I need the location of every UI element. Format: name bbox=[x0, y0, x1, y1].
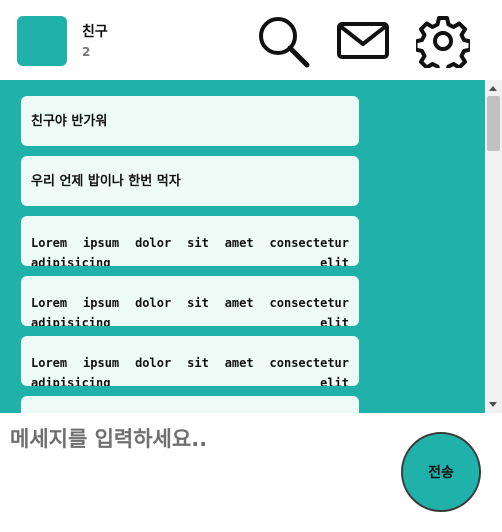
scroll-down-arrow-icon[interactable] bbox=[489, 402, 497, 407]
send-button[interactable]: 전송 bbox=[401, 432, 481, 512]
chat-messages[interactable]: 친구야 반가워 우리 언제 밥이나 한번 먹자 Lorem ipsum dolo… bbox=[0, 80, 485, 413]
chat-scrollbar[interactable] bbox=[485, 80, 502, 413]
message-composer: 전송 bbox=[0, 413, 502, 532]
avatar[interactable] bbox=[17, 16, 67, 66]
message-bubble: Lorem ipsum dolor sit amet consectetur a… bbox=[21, 216, 359, 266]
scroll-thumb[interactable] bbox=[487, 96, 500, 151]
scroll-up-arrow-icon[interactable] bbox=[489, 86, 497, 91]
message-bubble: 친구야 반가워 bbox=[21, 96, 359, 146]
chat-header: 친구 2 bbox=[0, 0, 502, 80]
message-bubble: Lorem ipsum dolor sit amet consectetur a… bbox=[21, 276, 359, 326]
message-bubble: Lorem ipsum dolor sit amet consectetur a… bbox=[21, 336, 359, 386]
room-name: 친구 bbox=[82, 24, 108, 40]
message-bubble: 우리 언제 밥이나 한번 먹자 bbox=[21, 156, 359, 206]
member-count: 2 bbox=[82, 45, 91, 59]
message-bubble bbox=[21, 396, 359, 413]
mail-icon[interactable] bbox=[336, 14, 390, 68]
search-icon[interactable] bbox=[256, 14, 310, 68]
message-input[interactable] bbox=[0, 413, 380, 532]
gear-icon[interactable] bbox=[416, 14, 470, 68]
